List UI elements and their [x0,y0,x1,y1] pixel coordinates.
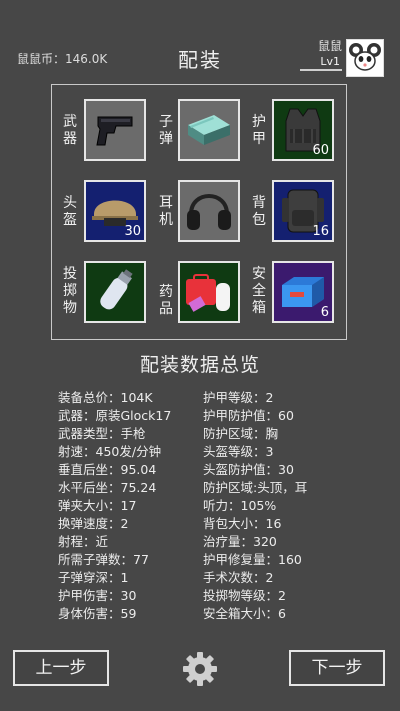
stat-surgery-count: 手术次数：2 [203,570,274,585]
slot-label-ammo: 子弹 [159,114,173,147]
grenade-icon [100,269,133,310]
stat-body-damage: 身体伤害：59 [58,606,137,621]
backpack-slot[interactable]: 16 [272,180,334,242]
slot-label-safebox: 安全箱 [252,266,266,316]
ammo-box-icon [188,115,230,145]
stat-helmet-level: 头盔等级：3 [203,444,274,459]
stat-throwable-level: 投掷物等级：2 [203,588,286,603]
user-info: 鼠鼠 Lv1 [300,37,342,71]
medkit-icon [186,274,230,312]
stats-title: 配装数据总览 [139,354,260,376]
slot-label-headset: 耳机 [159,195,173,228]
prev-step-button[interactable]: 上一步 [13,650,109,686]
next-step-button[interactable]: 下一步 [289,650,385,686]
stat-helmet-area: 防护区域:头顶，耳 [203,480,308,495]
stat-magazine-size: 弹夹大小：17 [58,498,137,513]
slot-label-helmet: 头盔 [63,195,77,228]
stat-range: 射程：近 [58,534,109,549]
slot-count: 16 [312,224,329,239]
stat-reload-speed: 换弹速度：2 [58,516,129,531]
loadout-panel: 武器 子弹 护甲 60 头盔 30 耳机 背包 16 投掷物 药品 安全箱 6 [51,84,347,340]
stat-total-value: 装备总价：104K [58,390,153,405]
slot-count: 30 [124,224,141,239]
stat-ammo-required: 所需子弹数：77 [58,552,149,567]
weapon-slot[interactable] [84,99,146,161]
stat-vertical-recoil: 垂直后坐：95.04 [58,462,157,477]
stat-armor-area: 防护区域：胸 [203,426,279,441]
throwable-slot[interactable] [84,261,146,323]
username: 鼠鼠 [317,39,342,53]
pistol-icon [96,116,133,146]
slot-label-medicine: 药品 [159,284,173,317]
slot-count: 60 [312,143,329,158]
stat-armor-protection: 护甲防护值：60 [203,408,294,423]
stat-weapon-type: 武器类型：手枪 [58,426,146,441]
safebox-slot[interactable]: 6 [272,261,334,323]
stats-right-column: 护甲等级：2 护甲防护值：60 防护区域：胸 头盔等级：3 头盔防护值：30 防… [203,389,307,623]
stat-weapon: 武器：原装Glock17 [58,408,172,423]
medicine-slot[interactable] [178,261,240,323]
slot-label-throwable: 投掷物 [63,266,77,316]
stat-heal-amount: 治疗量：320 [203,534,277,549]
gear-icon [183,652,217,686]
stat-backpack-size: 背包大小：16 [203,516,282,531]
stat-armor-repair: 护甲修复量：160 [203,552,302,567]
headphones-icon [187,194,231,230]
slot-count: 6 [320,305,329,320]
stat-armor-damage: 护甲伤害：30 [58,588,137,603]
headset-slot[interactable] [178,180,240,242]
stat-fire-rate: 射速：450发/分钟 [58,444,162,459]
stat-armor-level: 护甲等级：2 [203,390,274,405]
stat-penetration: 子弹穿深：1 [58,570,129,585]
ammo-slot[interactable] [178,99,240,161]
armor-slot[interactable]: 60 [272,99,334,161]
avatar[interactable] [346,39,384,77]
slot-label-backpack: 背包 [252,195,266,228]
helmet-slot[interactable]: 30 [84,180,146,242]
slot-label-weapon: 武器 [63,114,77,147]
settings-button[interactable] [181,650,219,688]
stat-helmet-protection: 头盔防护值：30 [203,462,294,477]
level-badge: Lv1 [300,55,342,71]
slot-label-armor: 护甲 [252,114,266,147]
stat-hearing: 听力：105% [203,498,277,513]
mouse-avatar-icon [349,43,381,71]
stats-left-column: 装备总价：104K 武器：原装Glock17 武器类型：手枪 射速：450发/分… [58,389,171,623]
stat-horizontal-recoil: 水平后坐：75.24 [58,480,157,495]
stat-safebox-size: 安全箱大小：6 [203,606,286,621]
